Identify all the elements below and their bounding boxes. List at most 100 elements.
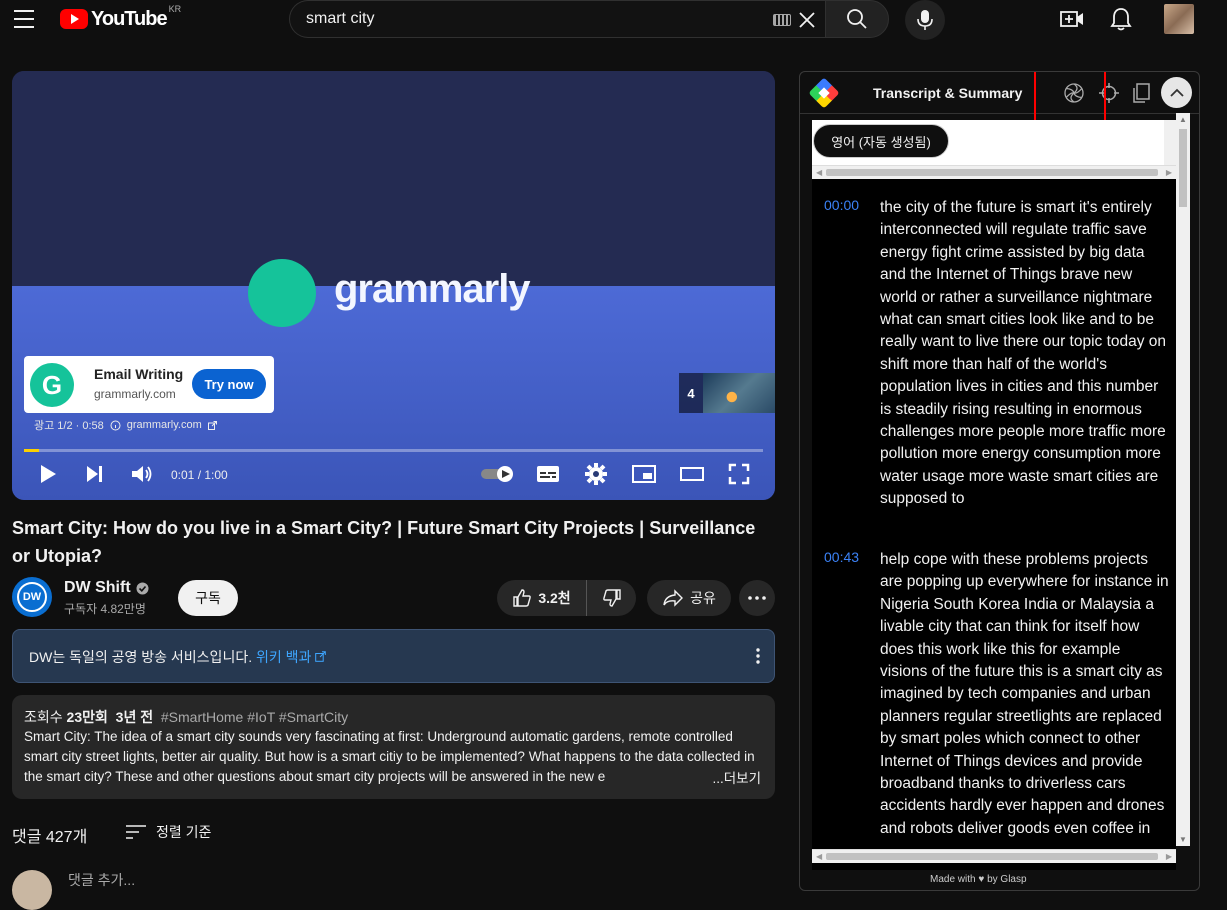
- language-scrollbar[interactable]: [1164, 120, 1176, 165]
- miniplayer-icon[interactable]: [631, 463, 657, 485]
- create-video-icon[interactable]: [1060, 8, 1084, 30]
- chevron-up-icon: [1169, 88, 1184, 97]
- language-horizontal-scrollbar[interactable]: ◀ ▶: [812, 165, 1176, 179]
- sort-comments-button[interactable]: 정렬 기준: [126, 822, 211, 842]
- segment-text: help cope with these problems projects a…: [880, 551, 1169, 837]
- more-vertical-icon[interactable]: [756, 648, 760, 664]
- thumbs-down-icon: [602, 589, 621, 607]
- info-panel-text-row: DW는 독일의 공영 방송 서비스입니다. 위키 백과: [29, 647, 327, 667]
- info-icon[interactable]: [110, 420, 121, 431]
- masthead: YouTube KR: [0, 0, 1227, 40]
- ad-info: 광고 1/2 · 0:58 grammarly.com: [34, 417, 217, 433]
- panel-body: 영어 (자동 생성됨) ◀ ▶ 00:00 the city of the fu…: [812, 120, 1176, 870]
- ad-next-thumbnail[interactable]: 4: [679, 373, 775, 413]
- external-link-icon: [315, 651, 327, 662]
- sort-icon: [126, 825, 146, 839]
- progress-bar[interactable]: [24, 449, 763, 452]
- scrollbar-thumb[interactable]: [826, 169, 1158, 176]
- fullscreen-icon[interactable]: [728, 463, 750, 485]
- information-panel: DW는 독일의 공영 방송 서비스입니다. 위키 백과: [12, 629, 775, 683]
- scrollbar-thumb[interactable]: [826, 853, 1158, 860]
- collapse-panel-button[interactable]: [1161, 77, 1192, 108]
- sort-label: 정렬 기준: [156, 824, 212, 840]
- channel-name[interactable]: DW Shift: [64, 579, 131, 597]
- comment-user-avatar: [12, 870, 52, 910]
- ad-card-domain: grammarly.com: [94, 387, 176, 401]
- highlight-annotation-box: [1034, 72, 1106, 126]
- search-input[interactable]: [306, 10, 746, 28]
- wikipedia-link[interactable]: 위키 백과: [256, 649, 311, 665]
- player-controls: 0:01 / 1:00: [24, 461, 763, 491]
- progress-fill: [24, 449, 39, 452]
- share-button[interactable]: 공유: [647, 580, 731, 616]
- like-dislike-group: 3.2천: [497, 580, 636, 616]
- channel-avatar[interactable]: DW: [12, 577, 52, 617]
- scroll-right-arrow-icon[interactable]: ▶: [1166, 852, 1172, 861]
- autoplay-toggle-icon[interactable]: [480, 465, 516, 483]
- microphone-icon: [917, 10, 933, 30]
- channel-avatar-text: DW: [17, 582, 47, 612]
- notifications-icon[interactable]: [1110, 7, 1132, 31]
- settings-gear-icon[interactable]: [585, 463, 607, 485]
- description-text: Smart City: The idea of a smart city sou…: [24, 729, 755, 784]
- ad-countdown: 4: [687, 385, 695, 401]
- thumbnail-image: [703, 373, 775, 413]
- volume-icon[interactable]: [130, 463, 154, 485]
- time-display: 0:01 / 1:00: [171, 468, 228, 482]
- subtitles-icon[interactable]: [536, 463, 560, 485]
- try-now-button[interactable]: Try now: [192, 369, 266, 399]
- search-icon: [847, 9, 867, 29]
- verified-check-icon: [136, 582, 149, 594]
- language-chip[interactable]: 영어 (자동 생성됨): [813, 124, 949, 158]
- panel-vertical-scrollbar[interactable]: ▲ ▼: [1176, 113, 1190, 846]
- show-more-link[interactable]: ...더보기: [710, 767, 761, 787]
- clear-search-icon[interactable]: [797, 10, 817, 30]
- external-link-icon: [207, 420, 217, 430]
- subscribe-button[interactable]: 구독: [178, 580, 238, 616]
- share-arrow-icon: [663, 589, 684, 607]
- segment-timestamp[interactable]: 00:00: [824, 197, 859, 213]
- scroll-left-arrow-icon[interactable]: ◀: [816, 852, 822, 861]
- scroll-down-arrow-icon[interactable]: ▼: [1179, 835, 1187, 844]
- transcript-horizontal-scrollbar[interactable]: ◀ ▶: [812, 849, 1176, 863]
- youtube-logo[interactable]: YouTube KR: [60, 4, 181, 30]
- search-button[interactable]: [825, 0, 889, 38]
- like-button[interactable]: 3.2천: [497, 580, 587, 616]
- share-label: 공유: [690, 590, 716, 606]
- copy-icon[interactable]: [1131, 82, 1151, 104]
- keyboard-icon[interactable]: [773, 14, 791, 26]
- grammarly-g-icon: G: [30, 363, 74, 407]
- transcript-summary-panel: Transcript & Summary 영어 (자동 생성됨) ◀ ▶ 00:…: [799, 71, 1200, 891]
- menu-icon[interactable]: [14, 10, 34, 28]
- country-code: KR: [168, 4, 182, 14]
- voice-search-button[interactable]: [905, 0, 945, 40]
- account-avatar[interactable]: [1164, 4, 1194, 34]
- dislike-button[interactable]: [587, 588, 636, 608]
- scroll-left-arrow-icon[interactable]: ◀: [816, 168, 822, 177]
- next-video-icon[interactable]: [84, 463, 106, 485]
- ad-domain-link[interactable]: grammarly.com: [127, 419, 202, 431]
- description-meta: 조회수 23만회 3년 전 #SmartHome #IoT #SmartCity: [24, 707, 348, 727]
- channel-name-row[interactable]: DW Shift: [64, 579, 149, 597]
- segment-text: the city of the future is smart it's ent…: [880, 199, 1167, 508]
- description-box[interactable]: 조회수 23만회 3년 전 #SmartHome #IoT #SmartCity…: [12, 695, 775, 799]
- video-player[interactable]: grammarly G Email Writing grammarly.com …: [12, 71, 775, 500]
- hashtags[interactable]: #SmartHome #IoT #SmartCity: [161, 709, 348, 725]
- ad-video-top: [12, 71, 775, 286]
- panel-title: Transcript & Summary: [873, 85, 1023, 101]
- more-horizontal-icon: [748, 596, 766, 600]
- ad-counter: 광고 1/2 · 0:58: [34, 420, 104, 432]
- glasp-logo-icon: [808, 77, 840, 109]
- search-box: [289, 0, 825, 38]
- transcript-list: 00:00 the city of the future is smart it…: [812, 180, 1176, 844]
- add-comment-input[interactable]: 댓글 추가...: [68, 870, 135, 890]
- play-icon[interactable]: [38, 463, 58, 485]
- scrollbar-thumb[interactable]: [1179, 129, 1187, 207]
- scroll-right-arrow-icon[interactable]: ▶: [1166, 168, 1172, 177]
- theater-mode-icon[interactable]: [679, 463, 705, 485]
- ad-card[interactable]: G Email Writing grammarly.com Try now: [24, 356, 274, 413]
- more-actions-button[interactable]: [739, 580, 775, 616]
- language-selector-area: 영어 (자동 생성됨): [812, 120, 1164, 165]
- scroll-up-arrow-icon[interactable]: ▲: [1179, 115, 1187, 124]
- segment-timestamp[interactable]: 00:43: [824, 549, 859, 565]
